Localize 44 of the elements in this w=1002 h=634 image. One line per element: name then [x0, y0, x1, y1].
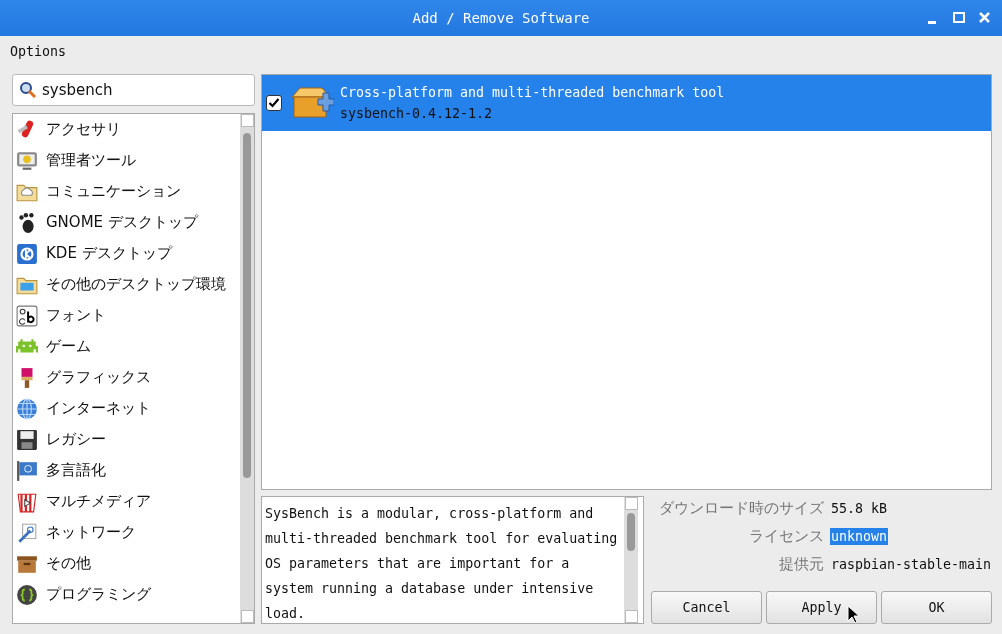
detail-value: unknown: [829, 528, 888, 545]
package-summary: Cross-platform and multi-threaded benchmark tool: [340, 85, 725, 100]
globe-icon: [16, 397, 38, 420]
wrench-icon: [16, 521, 38, 544]
category-item[interactable]: プログラミング: [13, 579, 240, 610]
category-item[interactable]: その他: [13, 548, 240, 579]
font-icon: [16, 304, 38, 327]
dialog-button[interactable]: Cancel: [651, 591, 762, 624]
detail-label: 提供元: [777, 555, 824, 574]
dialog-button[interactable]: OK: [881, 591, 992, 624]
category-item[interactable]: グラフィックス: [13, 362, 240, 393]
window-title: Add / Remove Software: [412, 10, 590, 26]
braces-icon: [16, 583, 38, 606]
cursor-icon: [847, 605, 860, 624]
package-row[interactable]: Cross-platform and multi-threaded benchmark tool sysbench-0.4.12-1.2: [262, 75, 991, 131]
category-item[interactable]: ゲーム: [13, 331, 240, 362]
dialog-button[interactable]: Apply: [766, 591, 877, 624]
category-item[interactable]: インターネット: [13, 393, 240, 424]
category-item[interactable]: その他のデスクトップ環境: [13, 269, 240, 300]
search-icon: [19, 81, 37, 99]
monitor-icon: [16, 149, 38, 172]
category-item[interactable]: レガシー: [13, 424, 240, 455]
category-item[interactable]: マルチメディア: [13, 486, 240, 517]
category-item[interactable]: アクセサリ: [13, 114, 240, 145]
category-item[interactable]: ネットワーク: [13, 517, 240, 548]
package-name: sysbench-0.4.12-1.2: [340, 106, 494, 121]
scrollbar[interactable]: [240, 114, 254, 623]
description-text: SysBench is a modular, cross-platform and multi-threaded benchmark tool for evaluating OS parameters that are important for a system running a database under intensive load.: [264, 505, 619, 623]
detail-label: ダウンロード時のサイズ: [658, 499, 824, 518]
detail-label: ライセンス: [747, 527, 824, 546]
scrollbar[interactable]: [624, 497, 638, 623]
search-field[interactable]: sysbench: [12, 74, 255, 106]
detail-value: 55.8 kB: [829, 500, 888, 517]
category-item[interactable]: 管理者ツール: [13, 145, 240, 176]
maximize-icon[interactable]: [950, 10, 968, 26]
category-item[interactable]: コミュニケーション: [13, 176, 240, 207]
detail-value: raspbian-stable-main: [829, 556, 992, 573]
menu-item[interactable]: Options: [10, 43, 67, 59]
category-item[interactable]: KDE デスクトップ: [13, 238, 240, 269]
category-item[interactable]: フォント: [13, 300, 240, 331]
checkbox[interactable]: [266, 95, 282, 111]
category-item[interactable]: GNOME デスクトップ: [13, 207, 240, 238]
category-item[interactable]: 多言語化: [13, 455, 240, 486]
flag-icon: [16, 459, 38, 482]
